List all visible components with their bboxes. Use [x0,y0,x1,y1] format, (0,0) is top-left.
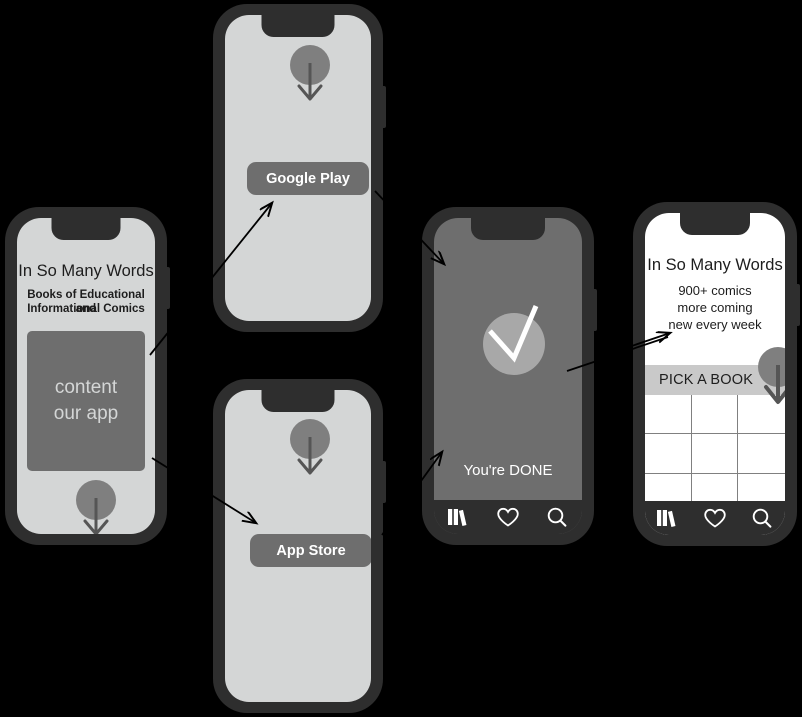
download-arrow-icon [287,45,333,107]
books-icon[interactable] [447,507,471,527]
download-arrow-glyph [83,498,109,534]
content-line-1: content [54,377,118,398]
download-arrow-glyph [764,365,785,404]
phone-notch [261,15,335,37]
pick-a-book-label: PICK A BOOK [659,372,754,388]
heart-icon[interactable] [496,507,520,528]
pick-subtitle-line-3: new every week [668,317,762,332]
search-icon[interactable] [545,506,569,528]
book-grid-cell[interactable] [691,395,739,435]
search-icon[interactable] [750,507,774,529]
phone-side-button [382,86,386,128]
book-grid-cell[interactable] [645,434,692,474]
phone-side-button [593,289,597,331]
phone-notch [51,218,121,240]
pick-subtitle-line-1: 900+ comics [678,283,752,298]
download-arrow-icon [287,419,333,481]
heart-icon[interactable] [703,508,727,529]
book-grid-cell[interactable] [691,434,739,474]
google-play-button[interactable]: Google Play [247,162,369,195]
pick-app-title: In So Many Words [647,256,783,274]
flow-diagram-canvas: In So Many Words Books of Educational an… [0,0,802,717]
screen-pick-a-book: In So Many Words 900+ comics more coming… [645,213,785,535]
phone-pick-a-book: In So Many Words 900+ comics more coming… [633,202,800,546]
phone-notch [471,218,545,240]
screen-landing: In So Many Words Books of Educational an… [17,218,155,534]
phone-side-button [796,284,800,326]
phone-landing: In So Many Words Books of Educational an… [5,207,170,545]
download-arrow-icon [755,347,785,409]
book-grid [645,395,785,513]
download-arrow-icon [73,480,119,534]
screen-app-store: App Store [225,390,371,702]
book-grid-cell[interactable] [738,434,785,474]
done-status-text: You're DONE [463,462,553,479]
app-store-button[interactable]: App Store [250,534,371,567]
landing-app-subtitle-line-2: Informational Comics [27,303,145,315]
landing-content-placeholder: content our app [27,331,145,471]
books-icon[interactable] [656,508,680,528]
pick-subtitle-line-2: more coming [677,300,753,315]
phone-google-play: Google Play [213,4,386,332]
phone-notch [680,213,750,235]
phone-side-button [382,461,386,503]
checkmark-icon [488,305,539,363]
phone-notch [261,390,335,412]
landing-app-title: In So Many Words [18,262,154,280]
landing-content-placeholder-text: content our app [54,375,118,427]
download-arrow-glyph [297,63,323,101]
phone-side-button [166,267,170,309]
bottom-nav-done [434,500,582,534]
screen-done: You're DONE [434,218,582,534]
book-grid-cell[interactable] [645,395,692,435]
screen-google-play: Google Play [225,15,371,321]
bottom-nav-pick-a-book [645,501,785,535]
content-line-2: our app [53,403,119,424]
phone-done: You're DONE [422,207,597,545]
phone-app-store: App Store [213,379,386,713]
download-arrow-glyph [297,437,323,475]
